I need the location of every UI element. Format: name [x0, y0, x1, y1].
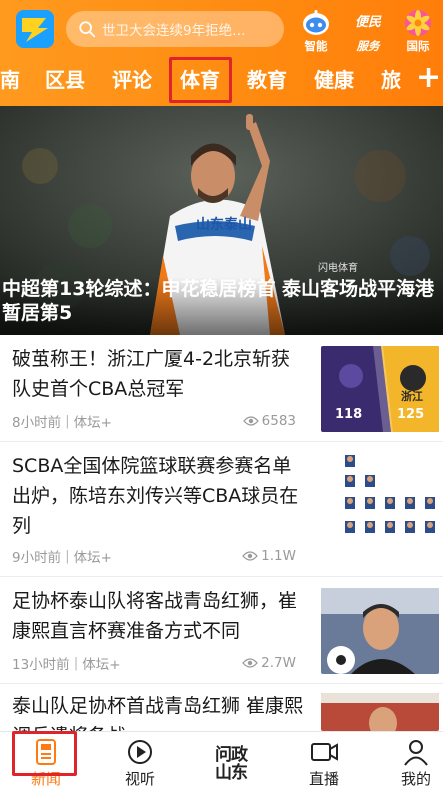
user-icon [404, 740, 428, 766]
news-title: 破茧称王！浙江广厦4-2北京斩获队史首个CBA总冠军 [12, 348, 291, 400]
eye-icon [242, 551, 259, 561]
news-title: SCBA全国体院篮球联赛参赛名单出炉，陈培东刘传兴等CBA球员在列 [12, 455, 299, 537]
news-views: 1.1W [242, 548, 296, 564]
nav-mine-label: 我的 [400, 770, 431, 788]
news-time: 8小时前 [12, 415, 62, 431]
hero-caption: 中超第13轮综述：申花稳居榜首 泰山客场战平海港暂居第5 [0, 277, 443, 335]
service-label: 服务 [356, 39, 380, 53]
tab-nan[interactable]: 南 [0, 58, 20, 104]
international-button[interactable]: 国际 [398, 8, 438, 54]
nav-live[interactable]: 直播 [294, 738, 354, 790]
convenience-badge-icon: 便民 [354, 15, 381, 30]
news-thumbnail: 118 125 浙江 [321, 346, 439, 432]
news-item[interactable]: 泰山队足协杯首战青岛红狮 崔康熙调兵遣将备战 [0, 685, 443, 731]
news-thumbnail [321, 451, 439, 543]
international-label: 国际 [406, 39, 430, 53]
meta-separator: | [65, 548, 70, 564]
robot-icon [303, 10, 329, 35]
news-meta: 13小时前 | 体坛+ 2.7W [12, 653, 296, 673]
tab-health[interactable]: 健康 [314, 58, 354, 104]
nav-video[interactable]: 视听 [110, 738, 170, 790]
news-item[interactable]: 足协杯泰山队将客战青岛红狮，崔康熙直言杯赛准备方式不同 13小时前 | 体坛+ … [0, 578, 443, 684]
smart-label: 智能 [304, 39, 328, 53]
news-source: 体坛+ [73, 415, 112, 431]
news-time: 13小时前 [12, 657, 70, 673]
tab-education[interactable]: 教育 [247, 58, 287, 104]
nav-video-label: 视听 [124, 770, 155, 788]
news-meta: 9小时前 | 体坛+ 1.1W [12, 546, 296, 566]
tab-comment[interactable]: 评论 [112, 58, 152, 104]
watermark-text: 闪电体育 [318, 261, 358, 274]
news-thumbnail [321, 693, 439, 731]
play-icon [128, 740, 152, 764]
active-nav-highlight [12, 731, 77, 776]
news-source: 体坛+ [73, 550, 112, 566]
news-title: 足协杯泰山队将客战青岛红狮，崔康熙直言杯赛准备方式不同 [12, 590, 298, 642]
news-views: 6583 [242, 413, 296, 429]
nav-live-label: 直播 [308, 770, 339, 788]
views-count: 2.7W [261, 655, 296, 671]
meta-separator: | [65, 413, 70, 429]
search-placeholder: 世卫大会连续9年拒绝… [102, 23, 246, 39]
news-views: 2.7W [242, 655, 296, 671]
flower-emblem-icon [405, 10, 431, 36]
news-meta: 8小时前 | 体坛+ 6583 [12, 411, 296, 431]
eye-icon [242, 416, 259, 426]
add-channel-plus-icon[interactable]: + [416, 63, 441, 94]
hero-banner[interactable]: 山东泰山 闪电体育 中超第13轮综述：申花稳居榜首 泰山客场战平海港暂居第5 [0, 106, 443, 335]
views-count: 1.1W [261, 548, 296, 564]
thumb-score-left: 118 [335, 407, 362, 422]
tab-district[interactable]: 区县 [45, 58, 85, 104]
news-source: 体坛+ [82, 657, 121, 673]
wenzheng-logo: 问政山东 [215, 745, 248, 783]
video-camera-icon [311, 743, 338, 761]
news-title: 泰山队足协杯首战青岛红狮 崔康熙调兵遣将备战 [12, 695, 304, 731]
news-item[interactable]: 破茧称王！浙江广厦4-2北京斩获队史首个CBA总冠军 8小时前 | 体坛+ 65… [0, 336, 443, 442]
smart-assistant-button[interactable]: 智能 [296, 8, 336, 54]
news-item[interactable]: SCBA全国体院篮球联赛参赛名单出炉，陈培东刘传兴等CBA球员在列 9小时前 |… [0, 443, 443, 577]
jersey-text: 山东泰山 [196, 216, 252, 233]
meta-separator: | [73, 655, 79, 671]
thumb-team-right: 浙江 [401, 389, 423, 403]
nav-mine[interactable]: 我的 [386, 738, 443, 790]
news-thumbnail [321, 588, 439, 674]
app-logo-icon[interactable] [16, 10, 54, 48]
convenience-service-button[interactable]: 便民 服务 [348, 8, 388, 54]
news-time: 9小时前 [12, 550, 62, 566]
active-tab-highlight [169, 57, 232, 103]
eye-icon [242, 658, 259, 668]
nav-wenzheng[interactable]: 问政山东 [198, 746, 264, 790]
thumb-score-right: 125 [397, 407, 424, 422]
tab-travel[interactable]: 旅 [381, 58, 401, 104]
search-bar[interactable]: 世卫大会连续9年拒绝… [66, 11, 284, 47]
views-count: 6583 [261, 413, 296, 429]
search-icon [79, 21, 96, 38]
